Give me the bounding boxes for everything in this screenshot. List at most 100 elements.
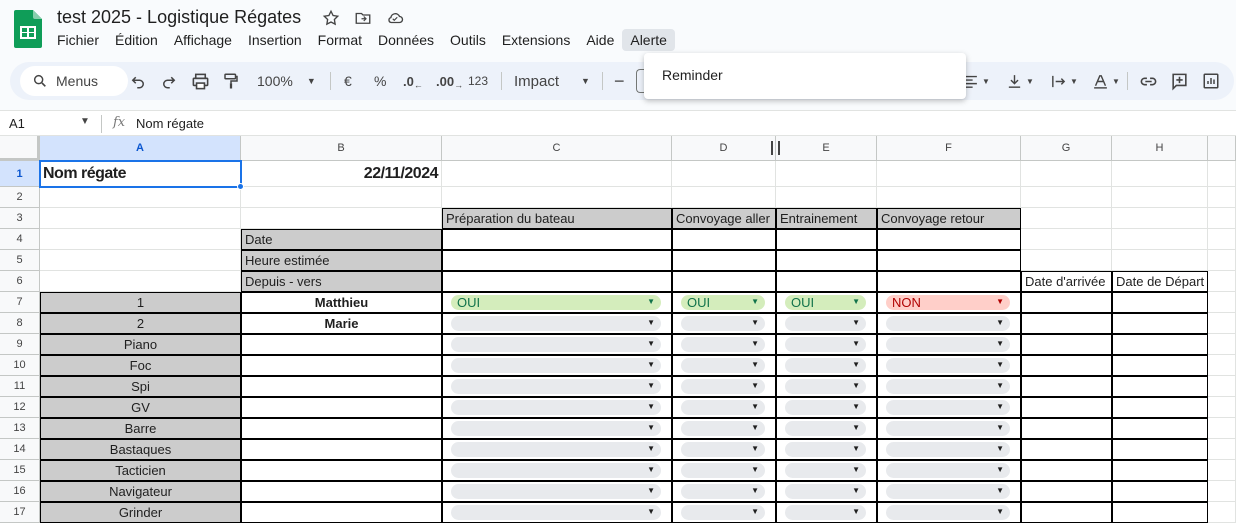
crew-role[interactable]: Barre xyxy=(40,418,241,439)
status-dropdown-chip[interactable]: ▼ xyxy=(785,505,866,520)
grid-cell[interactable] xyxy=(1021,439,1112,460)
star-icon[interactable] xyxy=(320,7,342,29)
crew-role[interactable]: Piano xyxy=(40,334,241,355)
crew-member[interactable] xyxy=(241,418,442,439)
menu-tools[interactable]: Outils xyxy=(442,29,494,51)
row-header-4[interactable]: 4 xyxy=(0,229,40,250)
crew-role[interactable]: Spi xyxy=(40,376,241,397)
row-header-15[interactable]: 15 xyxy=(0,460,40,481)
grid-cell[interactable] xyxy=(1208,355,1236,376)
crew-member[interactable] xyxy=(241,355,442,376)
status-dropdown-chip[interactable]: ▼ xyxy=(681,484,765,499)
column-header-c[interactable]: C xyxy=(442,136,672,161)
paint-format-button[interactable] xyxy=(222,62,240,100)
row-header-6[interactable]: 6 xyxy=(0,271,40,292)
status-dropdown-chip[interactable]: OUI ▼ xyxy=(785,295,866,310)
grid-cell[interactable] xyxy=(1021,250,1112,271)
header-arrival-date[interactable]: Date d'arrivée xyxy=(1021,271,1112,292)
row-header-10[interactable]: 10 xyxy=(0,355,40,376)
header-departure-date[interactable]: Date de Départ xyxy=(1112,271,1208,292)
status-dropdown-chip[interactable]: OUI ▼ xyxy=(681,295,765,310)
grid-cell[interactable] xyxy=(1112,313,1208,334)
crew-role[interactable]: Bastaques xyxy=(40,439,241,460)
input-cell[interactable] xyxy=(877,271,1021,292)
increase-decimal-button[interactable]: .00 → xyxy=(436,62,463,100)
status-dropdown-chip[interactable]: ▼ xyxy=(451,505,661,520)
status-dropdown-chip[interactable]: OUI ▼ xyxy=(451,295,661,310)
status-dropdown-chip[interactable]: ▼ xyxy=(681,421,765,436)
status-dropdown-chip[interactable]: ▼ xyxy=(785,421,866,436)
menu-view[interactable]: Affichage xyxy=(166,29,240,51)
status-dropdown-chip[interactable]: ▼ xyxy=(451,442,661,457)
header-training[interactable]: Entrainement xyxy=(776,208,877,229)
grid-cell[interactable] xyxy=(1021,418,1112,439)
input-cell[interactable] xyxy=(672,250,776,271)
status-dropdown-chip[interactable]: ▼ xyxy=(451,316,661,331)
crew-member[interactable] xyxy=(241,334,442,355)
currency-format-button[interactable]: € xyxy=(344,62,352,100)
crew-member[interactable] xyxy=(241,460,442,481)
grid-cell[interactable] xyxy=(1112,502,1208,523)
status-dropdown-chip[interactable]: ▼ xyxy=(451,421,661,436)
grid-cell[interactable] xyxy=(1208,460,1236,481)
input-cell[interactable] xyxy=(776,271,877,292)
grid-cell[interactable] xyxy=(1208,376,1236,397)
status-dropdown-chip[interactable]: ▼ xyxy=(886,400,1010,415)
row-header-1[interactable]: 1 xyxy=(0,161,40,187)
font-select[interactable]: Impact ▼ xyxy=(514,62,590,100)
status-dropdown-chip[interactable]: NON ▼ xyxy=(886,295,1010,310)
insert-link-button[interactable] xyxy=(1139,62,1158,100)
status-dropdown-chip[interactable]: ▼ xyxy=(785,358,866,373)
column-header-b[interactable]: B xyxy=(241,136,442,161)
status-dropdown-chip[interactable]: ▼ xyxy=(886,358,1010,373)
column-header-e[interactable]: E xyxy=(776,136,877,161)
status-dropdown-chip[interactable]: ▼ xyxy=(451,358,661,373)
insert-comment-button[interactable] xyxy=(1170,62,1189,100)
insert-chart-button[interactable] xyxy=(1202,62,1220,100)
grid-cell[interactable] xyxy=(1112,355,1208,376)
undo-button[interactable] xyxy=(129,62,147,100)
redo-button[interactable] xyxy=(160,62,178,100)
status-dropdown-chip[interactable]: ▼ xyxy=(681,505,765,520)
status-dropdown-chip[interactable]: ▼ xyxy=(785,400,866,415)
crew-role[interactable]: GV xyxy=(40,397,241,418)
formula-input[interactable]: Nom régate xyxy=(136,116,204,131)
crew-member[interactable] xyxy=(241,481,442,502)
row-header-12[interactable]: 12 xyxy=(0,397,40,418)
zoom-select[interactable]: 100% ▼ xyxy=(257,62,316,100)
input-cell[interactable] xyxy=(776,229,877,250)
grid-cell[interactable] xyxy=(40,271,241,292)
grid-cell[interactable] xyxy=(1208,313,1236,334)
grid-cell[interactable] xyxy=(1021,292,1112,313)
grid-cell[interactable] xyxy=(442,187,672,208)
row-header-17[interactable]: 17 xyxy=(0,502,40,523)
input-cell[interactable] xyxy=(877,229,1021,250)
grid-cell[interactable] xyxy=(1021,208,1112,229)
grid-cell[interactable] xyxy=(1208,229,1236,250)
grid-cell[interactable] xyxy=(1208,334,1236,355)
horizontal-align-button[interactable]: ▼ xyxy=(962,62,990,100)
status-dropdown-chip[interactable]: ▼ xyxy=(681,379,765,394)
row-header-3[interactable]: 3 xyxy=(0,208,40,229)
input-cell[interactable] xyxy=(442,229,672,250)
grid-cell[interactable] xyxy=(877,187,1021,208)
grid-cell[interactable] xyxy=(40,250,241,271)
grid-cell[interactable] xyxy=(1112,208,1208,229)
row-header-9[interactable]: 9 xyxy=(0,334,40,355)
status-dropdown-chip[interactable]: ▼ xyxy=(681,316,765,331)
crew-member[interactable]: Matthieu xyxy=(241,292,442,313)
grid-cell[interactable] xyxy=(1112,229,1208,250)
grid-cell[interactable] xyxy=(1021,187,1112,208)
menu-data[interactable]: Données xyxy=(370,29,442,51)
column-header-extra[interactable] xyxy=(1208,136,1236,161)
grid-cell[interactable] xyxy=(1021,460,1112,481)
grid-cell[interactable] xyxy=(1112,439,1208,460)
grid-cell[interactable] xyxy=(1208,418,1236,439)
label-from-to[interactable]: Depuis - vers xyxy=(241,271,442,292)
status-dropdown-chip[interactable]: ▼ xyxy=(886,421,1010,436)
crew-role[interactable]: Foc xyxy=(40,355,241,376)
grid-cell[interactable] xyxy=(1112,161,1208,187)
name-box[interactable]: A1 xyxy=(9,116,25,131)
grid-cell[interactable] xyxy=(241,187,442,208)
status-dropdown-chip[interactable]: ▼ xyxy=(785,316,866,331)
